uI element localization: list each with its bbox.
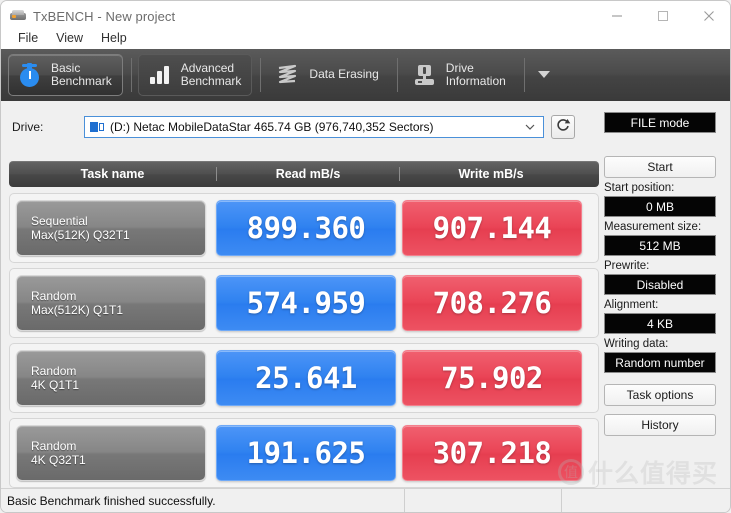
column-header-task: Task name — [80, 167, 145, 181]
table-row: Random 4K Q32T1 191.625 307.218 — [9, 418, 599, 488]
refresh-icon — [555, 117, 571, 138]
benchmark-results: Task name Read mB/s Write mB/s Sequentia… — [9, 161, 599, 488]
drive-icon — [90, 121, 104, 133]
prewrite-label: Prewrite: — [604, 260, 650, 272]
task-name-line2: 4K Q32T1 — [31, 453, 86, 467]
stopwatch-icon — [17, 62, 43, 88]
tab-drive-information-label: Drive Information — [445, 60, 506, 88]
task-name-line2: Max(512K) Q1T1 — [31, 303, 124, 317]
task-button[interactable]: Sequential Max(512K) Q32T1 — [16, 200, 206, 256]
window-title: TxBENCH - New project — [33, 8, 176, 24]
shredder-icon — [275, 62, 301, 88]
column-header-read: Read mB/s — [216, 167, 399, 181]
tab-basic-benchmark[interactable]: Basic Benchmark — [8, 54, 123, 96]
read-value: 899.360 — [246, 211, 366, 245]
refresh-drive-button[interactable] — [551, 115, 575, 139]
tab-data-erasing-label: Data Erasing — [309, 67, 379, 82]
tab-data-erasing[interactable]: Data Erasing — [267, 54, 388, 96]
watermark-text: 什么值得买 — [587, 460, 718, 488]
status-cell-2 — [405, 488, 562, 512]
menu-item-help[interactable]: Help — [92, 29, 136, 47]
task-button[interactable]: Random 4K Q32T1 — [16, 425, 206, 481]
task-options-button[interactable]: Task options — [604, 384, 716, 406]
chevron-down-icon[interactable] — [537, 69, 551, 82]
toolbar-separator — [396, 58, 398, 92]
task-name-line2: 4K Q1T1 — [31, 378, 80, 392]
table-row: Sequential Max(512K) Q32T1 899.360 907.1… — [9, 193, 599, 263]
writing-data-value[interactable]: Random number — [604, 352, 716, 373]
write-value-box: 307.218 — [402, 425, 582, 481]
column-header-write: Write mB/s — [399, 167, 582, 181]
read-value: 191.625 — [246, 436, 366, 470]
table-row: Random Max(512K) Q1T1 574.959 708.276 — [9, 268, 599, 338]
start-button[interactable]: Start — [604, 156, 716, 178]
tab-toolbar: Basic Benchmark Advanced Benchmark Data … — [1, 49, 730, 101]
task-name-line1: Random — [31, 289, 77, 303]
txbench-window: TxBENCH - New project File View Help Bas… — [0, 0, 731, 513]
task-name-line1: Sequential — [31, 214, 88, 228]
file-mode-button[interactable]: FILE mode — [604, 112, 716, 133]
write-value: 75.902 — [441, 361, 543, 395]
task-name-line1: Random — [31, 439, 77, 453]
write-value-box: 907.144 — [402, 200, 582, 256]
tab-basic-benchmark-label: Basic Benchmark — [51, 60, 112, 88]
measurement-size-label: Measurement size: — [604, 221, 702, 233]
read-value-box: 25.641 — [216, 350, 396, 406]
tab-drive-information[interactable]: Drive Information — [404, 54, 516, 96]
write-value: 307.218 — [432, 436, 552, 470]
history-button[interactable]: History — [604, 414, 716, 436]
menu-item-view[interactable]: View — [47, 29, 92, 47]
status-message: Basic Benchmark finished successfully. — [1, 488, 405, 512]
alignment-value[interactable]: 4 KB — [604, 313, 716, 334]
read-value-box: 899.360 — [216, 200, 396, 256]
menu-bar: File View Help — [1, 27, 730, 49]
start-position-label: Start position: — [604, 182, 675, 194]
writing-data-label: Writing data: — [604, 338, 669, 350]
task-button[interactable]: Random Max(512K) Q1T1 — [16, 275, 206, 331]
tab-advanced-benchmark-label: Advanced Benchmark — [180, 60, 242, 88]
measurement-size-value[interactable]: 512 MB — [604, 235, 716, 256]
write-value-box: 75.902 — [402, 350, 582, 406]
table-row: Random 4K Q1T1 25.641 75.902 — [9, 343, 599, 413]
task-name-line2: Max(512K) Q32T1 — [31, 228, 130, 242]
read-value-box: 574.959 — [216, 275, 396, 331]
tab-advanced-benchmark[interactable]: Advanced Benchmark — [137, 54, 253, 96]
read-value: 574.959 — [246, 286, 366, 320]
app-drive-icon — [10, 8, 26, 24]
write-value: 708.276 — [432, 286, 552, 320]
start-position-value[interactable]: 0 MB — [604, 196, 716, 217]
task-name-line1: Random — [31, 364, 77, 378]
menu-item-file[interactable]: File — [9, 29, 47, 47]
bar-chart-icon — [147, 62, 173, 88]
drive-select[interactable]: (D:) Netac MobileDataStar 465.74 GB (976… — [84, 116, 544, 138]
drive-info-icon — [412, 62, 438, 88]
status-bar: Basic Benchmark finished successfully. — [1, 488, 730, 513]
chevron-down-icon[interactable] — [525, 123, 535, 134]
read-value-box: 191.625 — [216, 425, 396, 481]
read-value: 25.641 — [255, 361, 357, 395]
task-button[interactable]: Random 4K Q1T1 — [16, 350, 206, 406]
toolbar-separator — [523, 58, 525, 92]
alignment-label: Alignment: — [604, 299, 659, 311]
results-header: Task name Read mB/s Write mB/s — [9, 161, 599, 187]
toolbar-separator — [260, 58, 262, 92]
prewrite-value[interactable]: Disabled — [604, 274, 716, 295]
settings-panel: FILE mode Start Start position: 0 MB Mea… — [604, 112, 722, 436]
toolbar-separator — [130, 58, 132, 92]
status-cell-3 — [562, 489, 730, 513]
drive-select-value: (D:) Netac MobileDataStar 465.74 GB (976… — [110, 120, 434, 134]
write-value: 907.144 — [432, 211, 552, 245]
drive-label: Drive: — [12, 120, 44, 134]
write-value-box: 708.276 — [402, 275, 582, 331]
